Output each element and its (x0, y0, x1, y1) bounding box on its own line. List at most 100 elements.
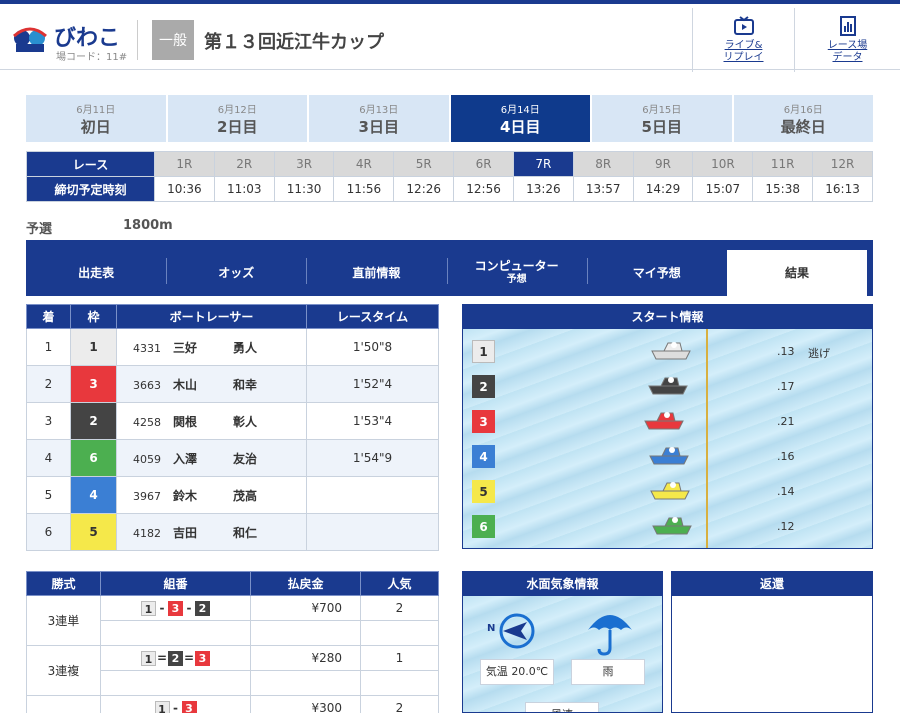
result-racer[interactable]: 4059 入澤 友治 (116, 439, 307, 477)
result-racer[interactable]: 4182 吉田 和仁 (116, 513, 307, 551)
payout-header: 払戻金 (250, 571, 361, 596)
payout-blank (360, 670, 439, 696)
day-tabs: 6月11日 初日 6月12日 2日目 6月13日 3日目 6月14日 4日目 6月15日 5日目 6… (26, 95, 873, 142)
start-timing: .14 (777, 485, 795, 498)
race-tab-11[interactable]: 11R (752, 151, 814, 177)
day-tab-3[interactable]: 6月13日 3日目 (309, 95, 449, 142)
venue-data-button[interactable]: レース場 データ (794, 8, 900, 72)
result-racer[interactable]: 3967 鈴木 茂高 (116, 476, 307, 514)
racer-first-name: 和仁 (233, 525, 258, 540)
payout-row: 2連単1-3¥3002 (26, 695, 439, 713)
race-tab-9[interactable]: 9R (632, 151, 694, 177)
start-boat-number: 5 (472, 480, 495, 503)
combo-separator: - (186, 600, 192, 615)
race-deadline: 13:57 (572, 176, 634, 202)
live-replay-button[interactable]: ライブ& リプレイ (692, 8, 794, 72)
race-tab-3[interactable]: 3R (273, 151, 335, 177)
result-racer[interactable]: 4331 三好 勇人 (116, 328, 307, 366)
race-tab-5[interactable]: 5R (393, 151, 455, 177)
day-tab-5[interactable]: 6月15日 5日目 (592, 95, 732, 142)
page: びわこ 場コード：11# 一般 第１３回近江牛カップ ライブ& リプレイ レース… (0, 0, 900, 713)
payout-combo: 1 = 2 = 3 (100, 645, 251, 671)
payout-combo: 1-3 (100, 695, 251, 713)
day-label: 2日目 (217, 117, 258, 136)
racer-number: 3663 (133, 378, 161, 392)
payout-row: 3連複 1 = 2 = 3 ¥280 1 (26, 645, 439, 696)
start-info-title: スタート情報 (463, 305, 872, 329)
race-selector: レース 1R 2R 3R 4R 5R 6R 7R 8R 9R 10R 11R 12R 締切予定時刻 10:… (26, 151, 873, 202)
race-deadline: 11:56 (333, 176, 395, 202)
venue-data-label: レース場 データ (827, 40, 868, 63)
result-row: 5 4 3967 鈴木 茂高 (26, 476, 439, 514)
race-tab-10[interactable]: 10R (692, 151, 754, 177)
result-waku-cell: 2 (70, 402, 117, 440)
start-row: 5.14 (463, 473, 872, 508)
racer-number: 4331 (133, 341, 161, 355)
result-row: 2 3 3663 木山 和幸 1'52"4 (26, 365, 439, 403)
start-boat-number: 6 (472, 515, 495, 538)
race-tab-8[interactable]: 8R (572, 151, 634, 177)
venue-code: 場コード：11# (56, 52, 128, 63)
result-place: 2 (26, 365, 71, 403)
race-tab-12[interactable]: 12R (812, 151, 873, 177)
race-tab-2[interactable]: 2R (213, 151, 275, 177)
day-tab-1[interactable]: 6月11日 初日 (26, 95, 166, 142)
result-row: 4 6 4059 入澤 友治 1'54"9 (26, 439, 439, 477)
race-tab-7[interactable]: 7R (512, 151, 574, 177)
start-boat-number: 1 (472, 340, 495, 363)
start-row: 1 .13 逃げ (463, 333, 872, 368)
live-replay-label: ライブ& リプレイ (723, 40, 764, 63)
racer-number: 4059 (133, 452, 161, 466)
content-tab-1[interactable]: 出走表 (26, 250, 166, 296)
temperature-value: 20.0℃ (511, 665, 549, 678)
day-tab-6[interactable]: 6月16日 最終日 (733, 95, 873, 142)
day-tab-2[interactable]: 6月12日 2日目 (167, 95, 307, 142)
race-deadline: 11:30 (273, 176, 335, 202)
tab-sublabel: 予想 (506, 274, 527, 285)
start-row: 6.12 (463, 508, 872, 543)
weather-panel: 水面気象情報 N 気温 20.0℃ 雨 風速 (462, 571, 663, 713)
tab-label: 直前情報 (352, 266, 401, 280)
combo-boat: 1 (154, 700, 170, 713)
combo-separator: - (159, 600, 165, 615)
content-tab-5[interactable]: マイ予想 (586, 250, 727, 296)
race-tab-1[interactable]: 1R (154, 151, 215, 177)
tab-label: オッズ (218, 266, 255, 280)
results-header: レースタイム (306, 304, 439, 329)
racer-last-name: 鈴木 (173, 488, 198, 503)
result-racer[interactable]: 3663 木山 和幸 (116, 365, 307, 403)
day-tab-4[interactable]: 6月14日 4日目 (450, 95, 590, 142)
tab-label: マイ予想 (632, 266, 681, 280)
race-row-label: レース (26, 151, 155, 177)
result-time: 1'53"4 (306, 402, 439, 440)
content-tab-6[interactable]: 結果 (726, 250, 868, 296)
content-tab-2[interactable]: オッズ (166, 250, 306, 296)
race-tab-6[interactable]: 6R (453, 151, 514, 177)
refund-panel: 返還 (671, 571, 873, 713)
result-place: 6 (26, 513, 71, 551)
result-time: 1'54"9 (306, 439, 439, 477)
payout-table: 勝式組番払戻金人気 3連単1-3-2¥70023連複1=2=3¥28012連単1… (26, 571, 439, 713)
result-waku: 6 (89, 451, 98, 465)
refund-title: 返還 (672, 572, 872, 596)
race-tab-4[interactable]: 4R (333, 151, 395, 177)
boat-icon (651, 342, 691, 360)
payout-header: 組番 (100, 571, 251, 596)
start-timing: .21 (777, 415, 795, 428)
payout-row: 3連単 1-3-2 ¥700 2 (26, 595, 439, 646)
wind-direction-label: N (487, 623, 496, 634)
boat-icon (652, 517, 692, 535)
result-waku: 1 (89, 340, 98, 354)
result-waku-cell: 1 (70, 328, 117, 366)
content-tab-4[interactable]: コンピューター 予想 (446, 250, 587, 296)
start-timing: .17 (777, 380, 795, 393)
start-boat-number: 4 (472, 445, 495, 468)
chart-doc-icon (839, 16, 856, 36)
wind-speed-box: 風速 (525, 702, 599, 712)
combo-boat: 1 (141, 650, 156, 666)
content-tab-3[interactable]: 直前情報 (306, 250, 446, 296)
payout-type: 3連単 (26, 595, 101, 646)
race-deadline: 10:36 (154, 176, 215, 202)
payout-popularity: 2 (360, 695, 439, 713)
result-racer[interactable]: 4258 関根 彰人 (116, 402, 307, 440)
